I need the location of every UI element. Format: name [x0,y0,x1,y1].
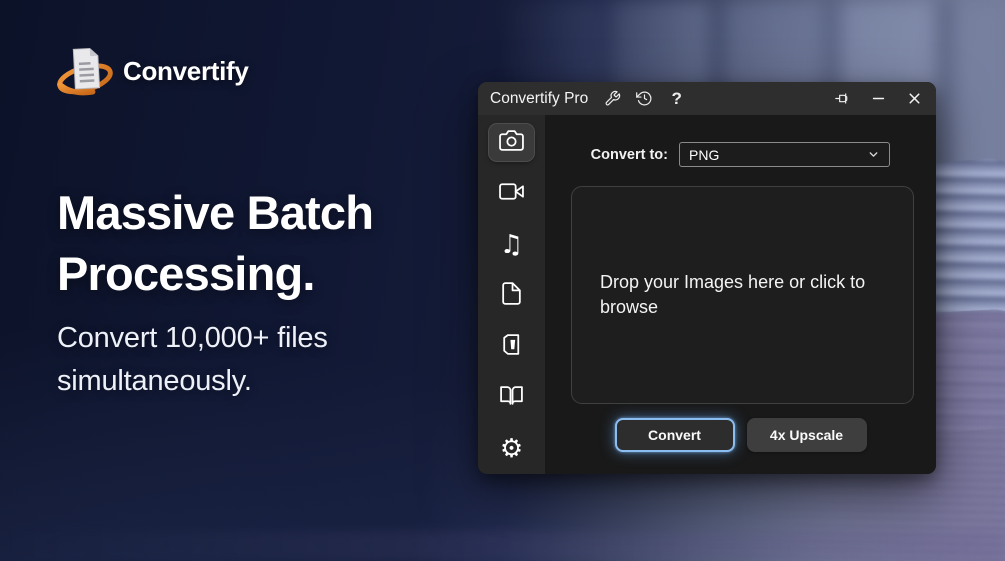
window-body: ♫ ⚙ Convert to: PNG Drop your Images her… [478,115,936,474]
sidebar-item-ebooks[interactable] [489,379,534,416]
convertify-logo-icon [57,47,113,96]
sidebar-item-audio[interactable]: ♫ [489,226,534,263]
folder-icon [499,332,524,362]
sidebar-item-settings[interactable]: ⚙ [489,430,534,467]
window-title: Convertify Pro [490,89,589,107]
subheadline: Convert 10,000+ files simultaneously. [57,322,328,397]
chevron-down-icon [869,152,878,157]
convertify-pro-window: Convertify Pro ? ♫ ⚙ Convert to: PNG Dro… [478,82,936,474]
format-select-value: PNG [689,146,720,163]
dropzone[interactable]: Drop your Images here or click to browse [571,186,914,404]
sidebar-item-images[interactable] [489,124,534,161]
upscale-button[interactable]: 4x Upscale [746,418,867,452]
wrench-icon[interactable] [603,89,622,108]
sidebar: ♫ ⚙ [478,115,545,474]
background-bottom-band [0,531,1005,561]
file-icon [499,281,524,311]
convert-to-row: Convert to: PNG [591,142,890,167]
minimize-icon[interactable] [868,89,888,109]
convert-to-label: Convert to: [590,146,668,163]
camera-icon [499,128,524,158]
window-controls [832,89,924,109]
sidebar-item-folders[interactable] [489,328,534,365]
sidebar-item-documents[interactable] [489,277,534,314]
dropzone-text: Drop your Images here or click to browse [600,272,866,317]
brand-logo: Convertify [54,40,249,102]
history-icon[interactable] [635,89,654,108]
help-icon[interactable]: ? [667,89,686,108]
main-panel: Convert to: PNG Drop your Images here or… [545,115,936,474]
pin-icon[interactable] [832,89,852,109]
music-icon: ♫ [499,229,524,260]
brand-name: Convertify [123,55,249,86]
format-select[interactable]: PNG [679,142,890,167]
book-icon [499,383,524,413]
headline: Massive Batch Processing. [57,186,374,300]
convert-button[interactable]: Convert [614,418,735,452]
video-icon [499,179,524,209]
gear-icon: ⚙ [499,433,524,464]
sidebar-item-videos[interactable] [489,175,534,212]
action-buttons: Convert 4x Upscale [545,418,936,452]
hero-banner: Convertify Massive Batch Processing. Con… [0,0,1005,561]
close-icon[interactable] [904,89,924,109]
window-titlebar: Convertify Pro ? [478,82,936,115]
